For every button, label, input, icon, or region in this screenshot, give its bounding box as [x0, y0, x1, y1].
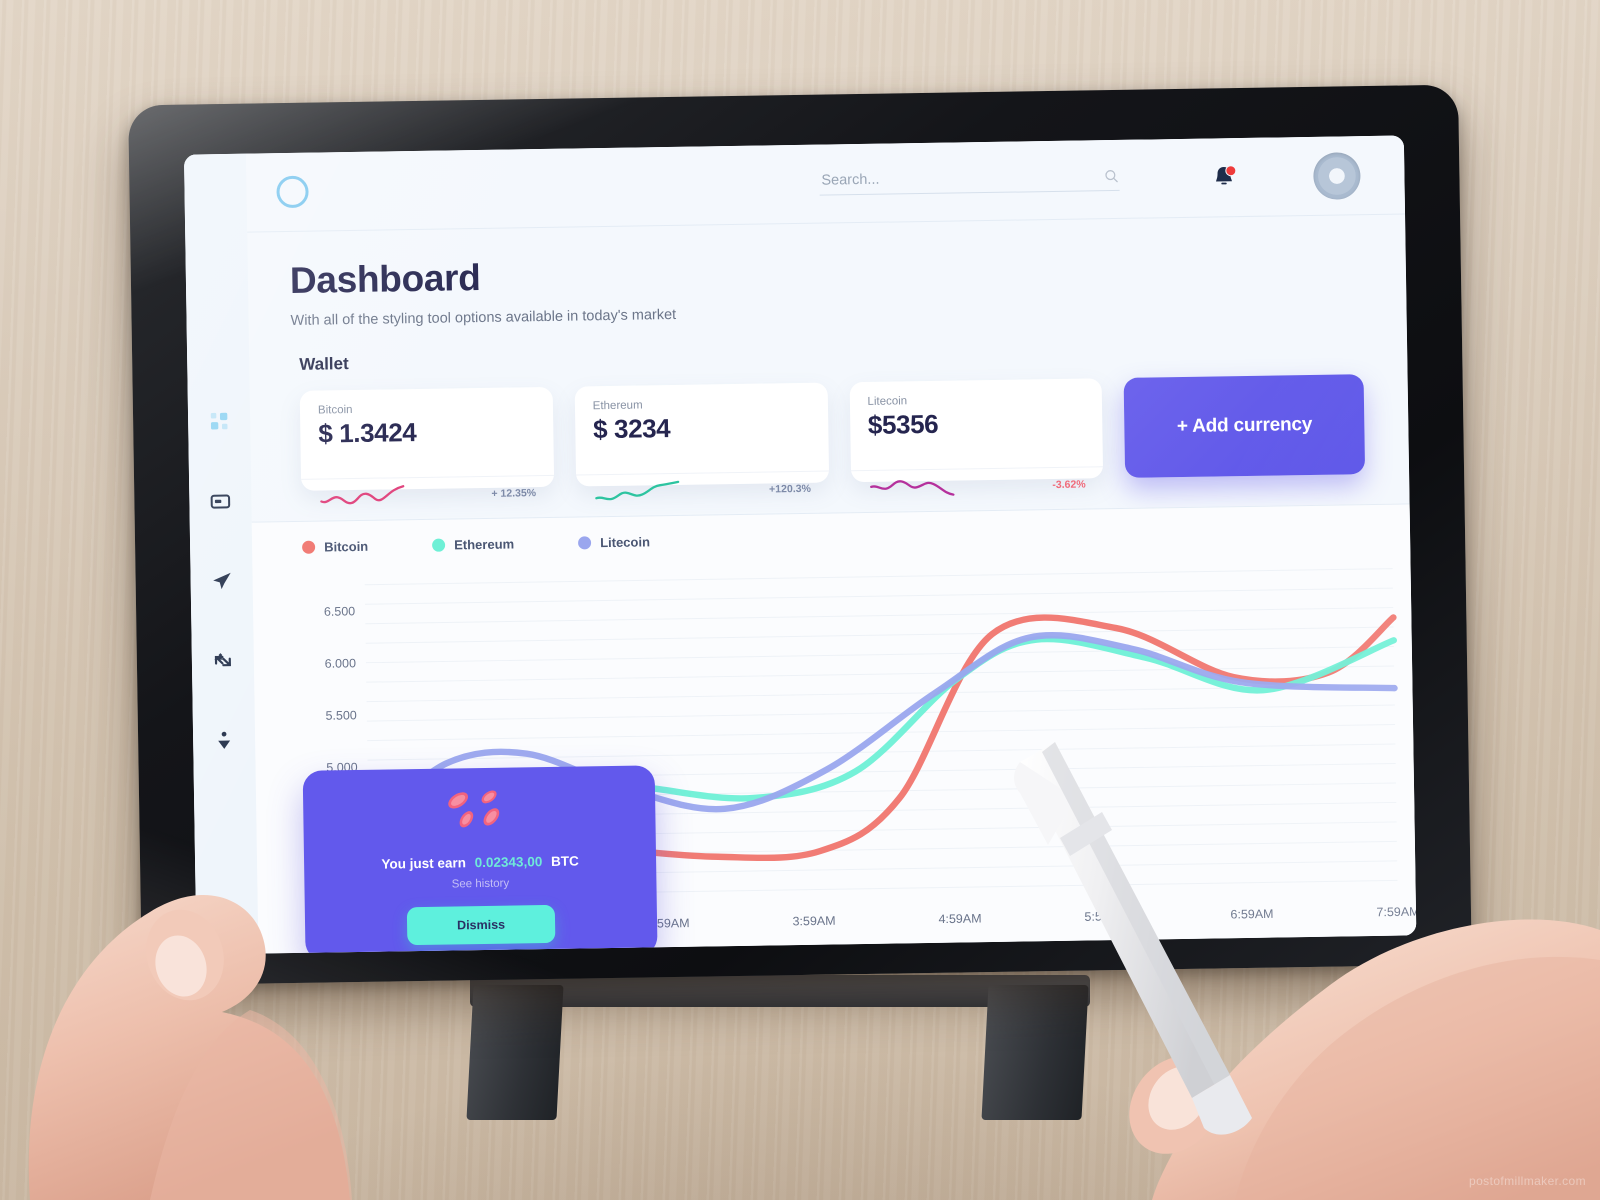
hands-and-stylus: [28, 742, 1600, 1200]
watermark: postofmillmaker.com: [1469, 1174, 1586, 1188]
stylus-pen: [1014, 742, 1252, 1135]
left-hand: [28, 895, 352, 1200]
